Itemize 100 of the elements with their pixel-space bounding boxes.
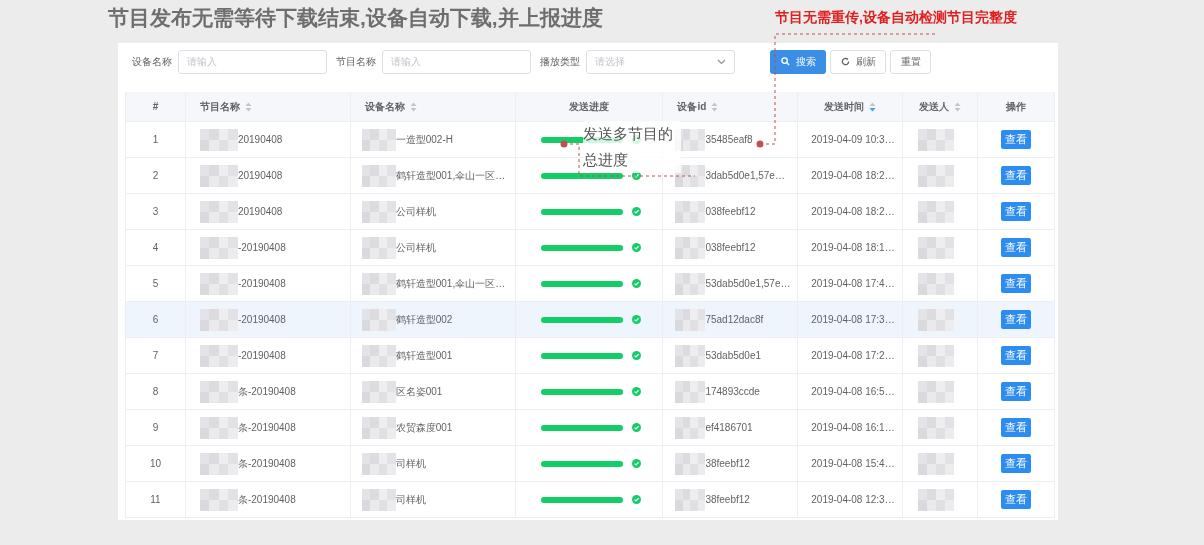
- view-button[interactable]: 查看: [1001, 310, 1032, 329]
- blurred-block: [918, 380, 955, 403]
- blurred-block: [199, 128, 238, 151]
- table-row[interactable]: 6 -20190408 鹤轩造型002 75ad12dac8f 2019-04-08 17:3… 查看: [126, 302, 1055, 338]
- program-name: 条-20190408: [237, 493, 296, 507]
- blurred-block: [675, 344, 706, 367]
- blurred-block: [918, 200, 955, 223]
- column-title: 发送时间: [824, 100, 865, 114]
- blurred-block: [918, 452, 955, 475]
- device-id: 038feebf12: [705, 205, 756, 219]
- blurred-block: [199, 200, 238, 223]
- blurred-block: [199, 344, 238, 367]
- device-name: 公司样机: [395, 241, 436, 255]
- filter-label: 设备名称: [132, 55, 173, 69]
- device-name: 公司样机: [395, 205, 436, 219]
- program-name: 条-20190408: [237, 385, 296, 399]
- blurred-block: [361, 344, 396, 367]
- blurred-block: [675, 236, 706, 259]
- sort-icon[interactable]: [869, 101, 877, 112]
- table-row[interactable]: 11 条-20190408 司样机 38feebf12 2019-04-08 12:3… 查看: [126, 482, 1055, 518]
- blurred-block: [361, 128, 396, 151]
- table-row[interactable]: 3 20190408 公司样机 038feebf12 2019-04-08 18:2… 查看: [126, 194, 1055, 230]
- blurred-block: [199, 488, 238, 511]
- sent-time: 2019-04-08 18:1…: [811, 241, 895, 255]
- callout-text: 发送多节目的总进度: [583, 121, 681, 173]
- program-name: 20190408: [237, 205, 283, 219]
- blurred-block: [675, 416, 706, 439]
- row-number: 1: [152, 133, 159, 147]
- sent-time: 2019-04-08 18:2…: [811, 205, 895, 219]
- device-id: 38feebf12: [705, 493, 750, 507]
- table-row[interactable]: 7 -20190408 鹤轩造型001 53dab5d0e1 2019-04-08 17:2… 查看: [126, 338, 1055, 374]
- device-name: 司样机: [395, 493, 426, 507]
- blurred-block: [199, 416, 238, 439]
- program-name: -20190408: [237, 277, 286, 291]
- view-button[interactable]: 查看: [1001, 418, 1032, 437]
- blurred-block: [199, 308, 238, 331]
- blurred-block: [918, 236, 955, 259]
- program-name: 条-20190408: [237, 457, 296, 471]
- sent-time: 2019-04-08 17:4…: [811, 277, 895, 291]
- blurred-block: [918, 164, 955, 187]
- search-button[interactable]: 搜索: [770, 49, 826, 74]
- column-title: 节目名称: [199, 100, 240, 114]
- device-id: ef4186701: [705, 421, 753, 435]
- blurred-block: [675, 164, 706, 187]
- device-id: 75ad12dac8f: [705, 313, 764, 327]
- view-button[interactable]: 查看: [1001, 346, 1032, 365]
- device-name: 司样机: [395, 457, 426, 471]
- blurred-block: [361, 488, 396, 511]
- view-button[interactable]: 查看: [1001, 166, 1032, 185]
- sent-time: 2019-04-08 17:2…: [811, 349, 895, 363]
- row-number: 8: [152, 385, 159, 399]
- reset-button[interactable]: 重置: [890, 49, 931, 74]
- filter-label: 节目名称: [336, 55, 377, 69]
- row-number: 5: [152, 277, 159, 291]
- blurred-block: [918, 416, 955, 439]
- blurred-block: [918, 308, 955, 331]
- device-id: 3dab5d0e1,57e…: [705, 169, 785, 183]
- sent-time: 2019-04-08 16:5…: [811, 385, 895, 399]
- column-title: 设备名称: [364, 100, 405, 114]
- blurred-block: [675, 272, 706, 295]
- blurred-block: [918, 128, 955, 151]
- table-row[interactable]: 4 -20190408 公司样机 038feebf12 2019-04-08 18:1… 查看: [126, 230, 1055, 266]
- view-button[interactable]: 查看: [1001, 130, 1032, 149]
- device-name: 鹤轩造型001,伞山一区…: [395, 169, 506, 183]
- row-number: 11: [150, 493, 161, 507]
- sent-time: 2019-04-08 15:4…: [811, 457, 895, 471]
- table-row[interactable]: 9 条-20190408 农贸森度001 ef4186701 2019-04-08 16:1… 查看: [126, 410, 1055, 446]
- sent-time: 2019-04-08 18:2…: [811, 169, 895, 183]
- table-row[interactable]: 10 条-20190408 司样机 38feebf12 2019-04-08 15:4… 查看: [126, 446, 1055, 482]
- device-id: 174893ccde: [705, 385, 760, 399]
- row-number: 10: [149, 457, 161, 471]
- row-number: 7: [152, 349, 159, 363]
- row-number: 9: [152, 421, 159, 435]
- view-button[interactable]: 查看: [1001, 490, 1032, 509]
- view-button[interactable]: 查看: [1001, 274, 1032, 293]
- table-row[interactable]: 8 条-20190408 区名姿001 174893ccde 2019-04-08 16:5… 查看: [126, 374, 1055, 410]
- table-row[interactable]: 5 -20190408 鹤轩造型001,伞山一区… 53dab5d0e1,57e… 2019-04-08 17:4… 查看: [126, 266, 1055, 302]
- sort-icon[interactable]: [244, 101, 252, 112]
- search-icon: [780, 57, 790, 66]
- view-button[interactable]: 查看: [1001, 238, 1032, 257]
- blurred-block: [675, 488, 706, 511]
- sort-icon[interactable]: [409, 101, 417, 112]
- blurred-block: [918, 488, 955, 511]
- blurred-block: [361, 272, 396, 295]
- view-button[interactable]: 查看: [1001, 382, 1032, 401]
- column-title: 设备id: [677, 100, 707, 114]
- refresh-button[interactable]: 刷新: [830, 49, 886, 74]
- blurred-block: [199, 272, 238, 295]
- sort-icon[interactable]: [954, 101, 962, 112]
- view-button[interactable]: 查看: [1001, 202, 1032, 221]
- callout-text: 节目无需重传,设备自动检测节目完整度: [775, 8, 1017, 27]
- device-id: 038feebf12: [705, 241, 756, 255]
- blurred-block: [361, 452, 396, 475]
- filter-label: 播放类型: [540, 55, 581, 69]
- view-button[interactable]: 查看: [1001, 454, 1032, 473]
- sort-icon[interactable]: [711, 101, 719, 112]
- column-title: 操作: [1006, 100, 1027, 114]
- device-name: 农贸森度001: [395, 421, 453, 435]
- row-number: 4: [152, 241, 159, 255]
- blurred-block: [199, 164, 238, 187]
